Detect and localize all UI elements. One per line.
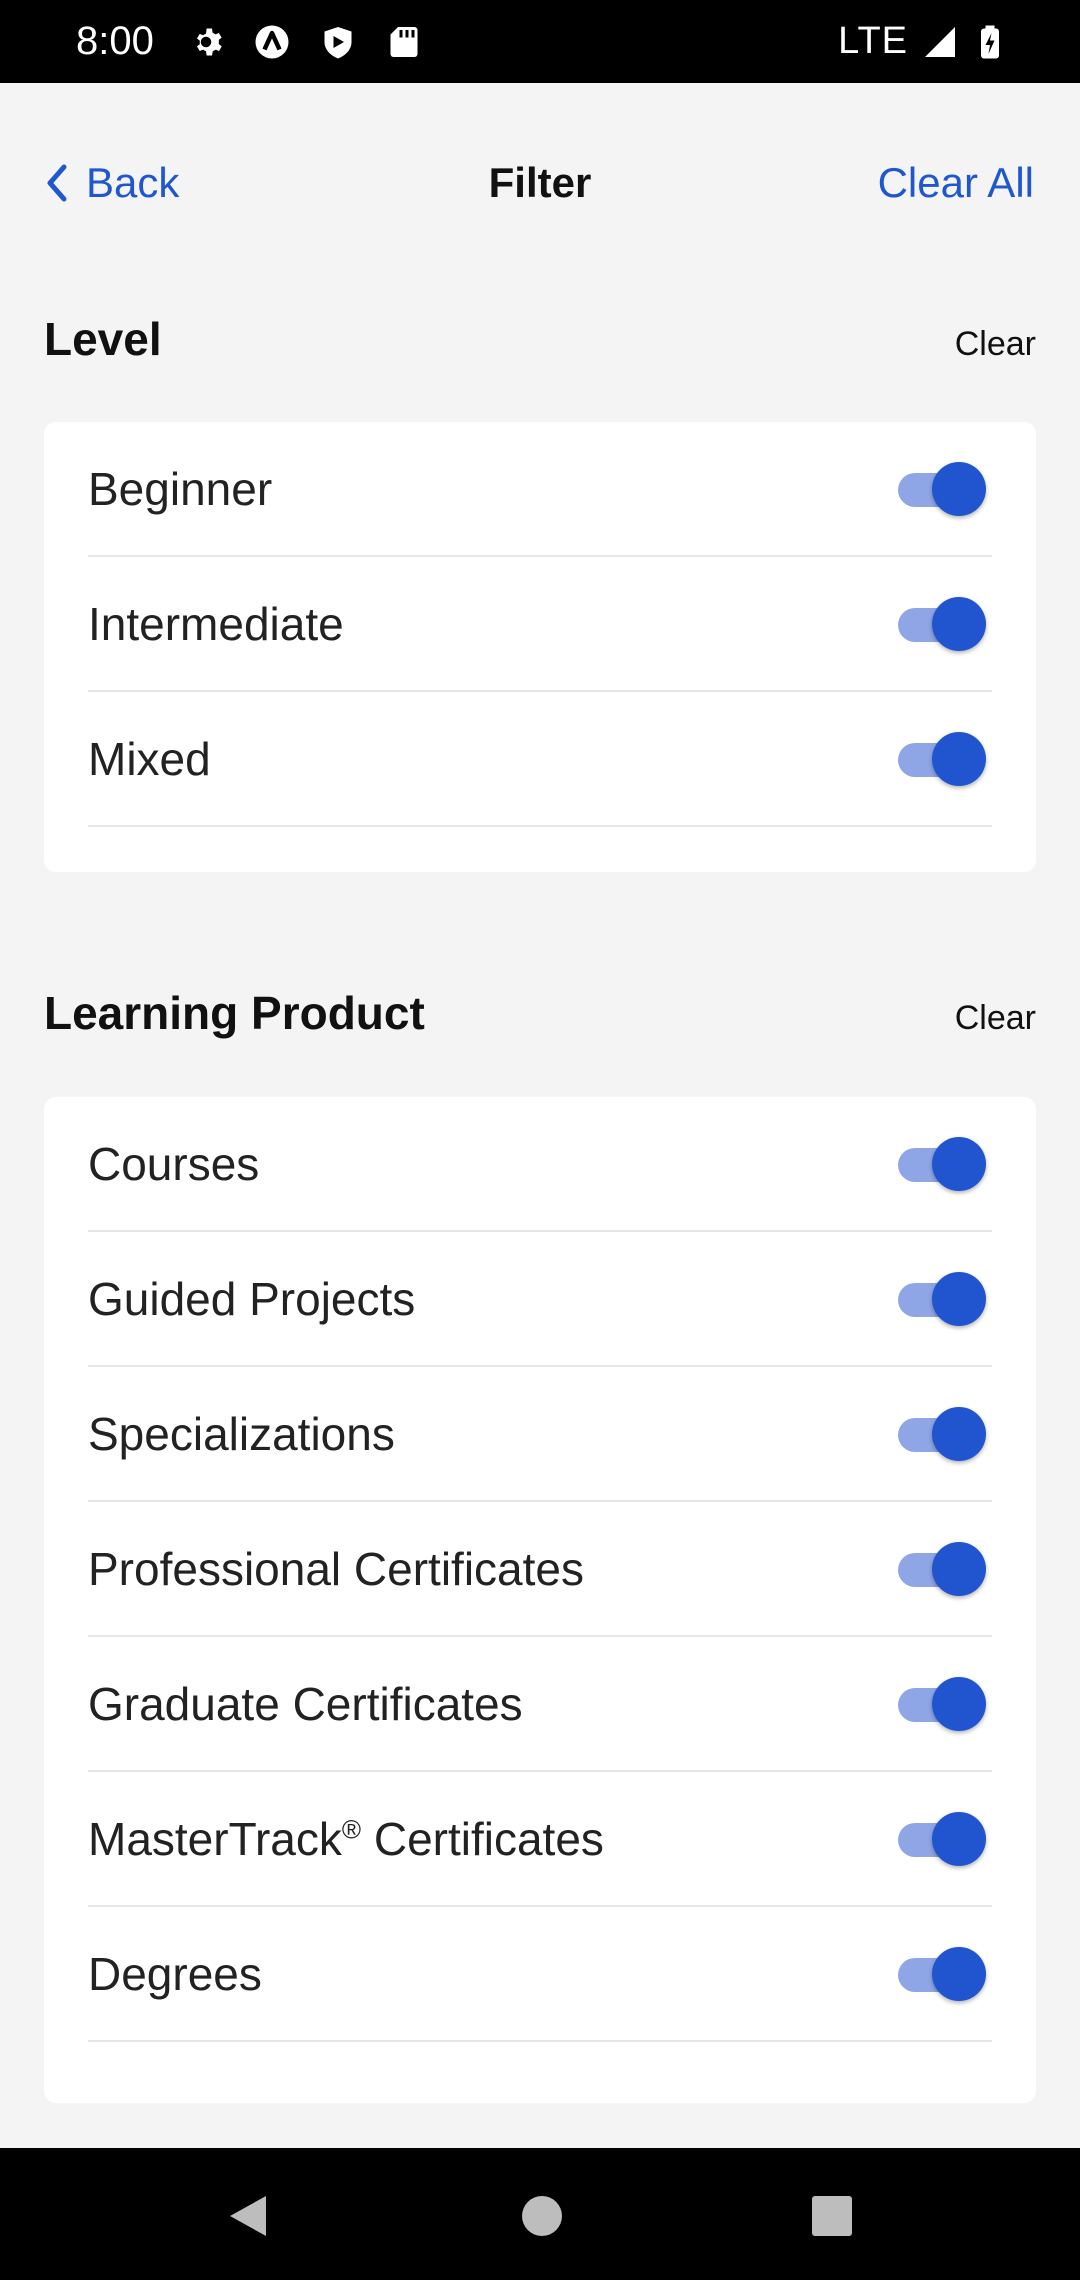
filter-label: Professional Certificates (88, 1542, 584, 1595)
clear-level-button[interactable]: Clear (955, 325, 1036, 364)
nav-back-button[interactable] (186, 2148, 306, 2280)
filter-row-degrees[interactable]: Degrees (88, 1907, 992, 2042)
toggle-switch-intermediate[interactable] (896, 596, 986, 651)
filter-row-guided-projects[interactable]: Guided Projects (88, 1232, 992, 1367)
toggle-switch-courses[interactable] (896, 1136, 986, 1191)
nav-recents-button[interactable] (770, 2148, 890, 2280)
section-header-learning-product: Learning Product Clear (44, 986, 1036, 1040)
filter-label: Beginner (88, 462, 273, 515)
app-icon (255, 25, 289, 58)
toggle-switch-degrees[interactable] (896, 1946, 986, 2001)
toggle-switch-guided-projects[interactable] (896, 1271, 986, 1326)
clear-learning-product-button[interactable]: Clear (955, 999, 1036, 1038)
filter-row-courses[interactable]: Courses (88, 1097, 992, 1232)
filter-label: Guided Projects (88, 1272, 416, 1325)
filter-row-specializations[interactable]: Specializations (88, 1367, 992, 1502)
home-circle-icon (522, 2196, 562, 2236)
status-time: 8:00 (76, 19, 154, 63)
battery-icon (981, 25, 999, 58)
filter-row-graduate-certificates[interactable]: Graduate Certificates (88, 1637, 992, 1772)
section-title-level: Level (44, 313, 162, 365)
toggle-switch-graduate-certificates[interactable] (896, 1676, 986, 1731)
learning-product-card: Courses Guided Projects Specializations … (44, 1097, 1036, 2103)
toggle-switch-specializations[interactable] (896, 1406, 986, 1461)
toggle-switch-mixed[interactable] (896, 731, 986, 786)
level-card: Beginner Intermediate Mixed (44, 422, 1036, 872)
signal-icon (925, 26, 955, 57)
filter-header: Back Filter Clear All (0, 83, 1080, 283)
section-header-level: Level Clear (44, 312, 1036, 366)
shield-icon (324, 26, 352, 58)
filter-label: MasterTrack® Certificates (88, 1812, 604, 1865)
filter-label: Mixed (88, 732, 211, 785)
status-bar: 8:00 LTE (0, 0, 1080, 83)
filter-row-mastertrack-certificates[interactable]: MasterTrack® Certificates (88, 1772, 992, 1907)
toggle-switch-professional-certificates[interactable] (896, 1541, 986, 1596)
sd-card-icon (390, 26, 418, 57)
filter-row-intermediate[interactable]: Intermediate (88, 557, 992, 692)
filter-label: Specializations (88, 1407, 395, 1460)
filter-label: Intermediate (88, 597, 344, 650)
back-triangle-icon (230, 2196, 266, 2236)
clear-all-button[interactable]: Clear All (878, 159, 1034, 207)
recents-square-icon (812, 2196, 852, 2236)
filter-label: Degrees (88, 1947, 262, 2000)
system-navigation-bar (0, 2148, 1080, 2280)
nav-home-button[interactable] (480, 2148, 600, 2280)
filter-row-professional-certificates[interactable]: Professional Certificates (88, 1502, 992, 1637)
section-title-learning-product: Learning Product (44, 987, 425, 1039)
filter-row-mixed[interactable]: Mixed (88, 692, 992, 827)
settings-icon (196, 28, 222, 55)
toggle-switch-beginner[interactable] (896, 461, 986, 516)
toggle-switch-mastertrack-certificates[interactable] (896, 1811, 986, 1866)
filter-label: Graduate Certificates (88, 1677, 523, 1730)
filter-label: Courses (88, 1137, 260, 1190)
network-type: LTE (838, 20, 908, 62)
filter-row-beginner[interactable]: Beginner (88, 422, 992, 557)
